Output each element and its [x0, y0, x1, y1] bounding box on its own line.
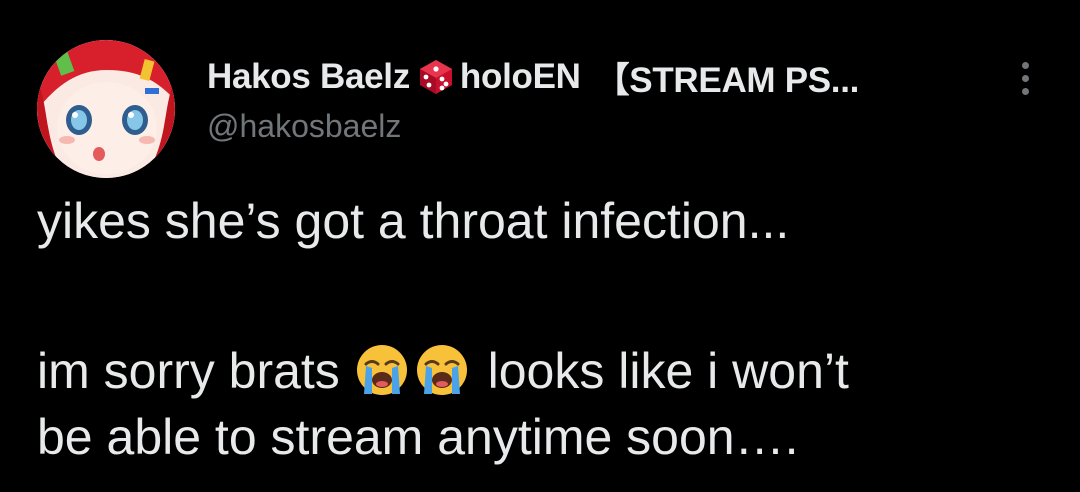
- user-handle[interactable]: @hakosbaelz: [207, 108, 987, 145]
- more-dot: [1021, 61, 1029, 69]
- tweet-line-end: looks like i won’t: [487, 343, 849, 399]
- tweet-line: be able to stream anytime soon….: [37, 409, 799, 465]
- tweet-line-start: im sorry brats: [37, 343, 340, 399]
- name-row[interactable]: Hakos Baelz holoEN 【STREAM PS...: [207, 52, 987, 102]
- avatar[interactable]: [37, 40, 175, 178]
- tweet-line: yikes she’s got a throat infection...: [37, 193, 790, 249]
- tweet-card[interactable]: Hakos Baelz holoEN 【STREAM PS... @hakosb…: [0, 0, 1080, 492]
- tweet-text: yikes she’s got a throat infection... im…: [37, 188, 1047, 470]
- tweet-line: im sorry brats looks like i won’t: [37, 338, 1047, 404]
- more-dot: [1021, 74, 1029, 82]
- more-options-icon[interactable]: [1010, 58, 1040, 98]
- display-name-tag[interactable]: 【STREAM PS...: [595, 52, 860, 103]
- loudly-crying-face-icon: [414, 342, 470, 398]
- display-name[interactable]: Hakos Baelz: [207, 57, 410, 97]
- tweet-header: Hakos Baelz holoEN 【STREAM PS... @hakosb…: [207, 52, 987, 145]
- more-dot: [1021, 87, 1029, 95]
- avatar-image: [37, 40, 175, 178]
- line-break: [37, 254, 1047, 338]
- loudly-crying-face-icon: [354, 342, 410, 398]
- display-name-suffix[interactable]: holoEN: [460, 57, 581, 97]
- dice-icon: [416, 57, 456, 97]
